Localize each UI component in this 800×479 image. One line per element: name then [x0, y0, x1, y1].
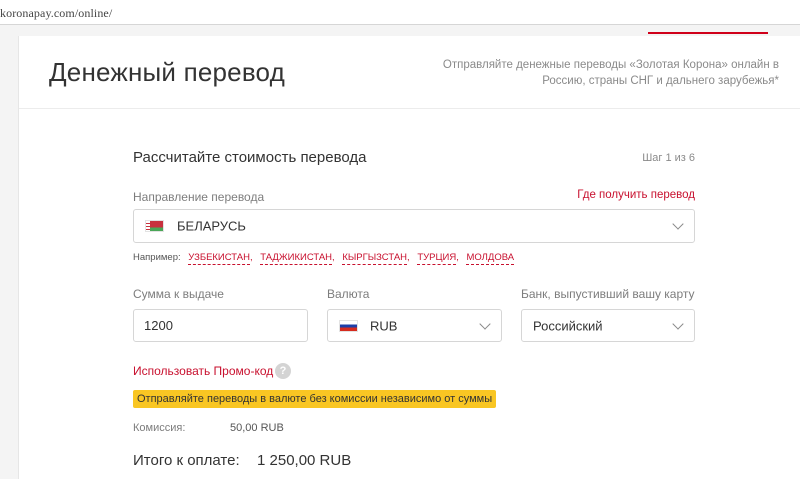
- example-turkey[interactable]: ТУРЦИЯ: [417, 252, 457, 265]
- example-tajikistan[interactable]: ТАДЖИКИСТАН: [260, 252, 333, 265]
- currency-select[interactable]: RUB: [327, 309, 502, 342]
- help-icon[interactable]: ?: [275, 363, 291, 379]
- examples-prefix: Например:: [133, 252, 181, 263]
- header-accent-line: [648, 32, 768, 34]
- fee-label: Комиссия:: [133, 422, 186, 434]
- fee-value: 50,00 RUB: [230, 422, 284, 434]
- russia-flag-icon: [339, 319, 358, 332]
- no-fee-banner: Отправляйте переводы в валюте без комисс…: [133, 390, 497, 408]
- transfer-card: Денежный перевод Отправляйте денежные пе…: [18, 36, 800, 479]
- page-tagline: Отправляйте денежные переводы «Золотая К…: [439, 57, 779, 89]
- page-title: Денежный перевод: [49, 57, 286, 87]
- example-kyrgyzstan[interactable]: КЫРГЫЗСТАН: [342, 252, 408, 265]
- direction-examples: Например: УЗБЕКИСТАН, ТАДЖИКИСТАН, КЫРГЫ…: [133, 252, 515, 265]
- total-value: 1 250,00 RUB: [257, 452, 352, 469]
- tagline-line-1: Отправляйте денежные переводы «Золотая К…: [442, 59, 779, 71]
- belarus-flag-icon: [145, 220, 164, 232]
- chevron-down-icon: [479, 317, 491, 330]
- where-to-receive-link[interactable]: Где получить перевод: [577, 189, 695, 201]
- chevron-down-icon: [672, 317, 684, 330]
- amount-input[interactable]: [133, 309, 308, 342]
- url-text[interactable]: koronapay.com/online/: [0, 6, 112, 21]
- direction-label: Направление перевода: [133, 190, 265, 204]
- direction-value: БЕЛАРУСЬ: [177, 218, 246, 234]
- chevron-down-icon: [672, 218, 684, 230]
- direction-select[interactable]: БЕЛАРУСЬ: [133, 209, 695, 243]
- total-label: Итого к оплате:: [133, 452, 240, 469]
- bank-label: Банк, выпустивший вашу карту: [521, 287, 695, 301]
- bank-select[interactable]: Российский: [521, 309, 695, 342]
- page-header: Денежный перевод Отправляйте денежные пе…: [19, 36, 800, 109]
- amount-label: Сумма к выдаче: [133, 287, 224, 301]
- example-uzbekistan[interactable]: УЗБЕКИСТАН: [188, 252, 250, 265]
- currency-label: Валюта: [327, 287, 370, 301]
- promo-code-link[interactable]: Использовать Промо-код: [133, 364, 273, 378]
- bank-value: Российский: [533, 318, 603, 333]
- step-indicator: Шаг 1 из 6: [642, 152, 695, 164]
- example-moldova[interactable]: МОЛДОВА: [466, 252, 515, 265]
- browser-address-bar[interactable]: koronapay.com/online/: [0, 0, 800, 25]
- calculator-title: Рассчитайте стоимость перевода: [133, 149, 367, 166]
- tagline-line-2: Россию, страны СНГ и дальнего зарубежья*: [542, 75, 779, 87]
- currency-value: RUB: [370, 318, 398, 333]
